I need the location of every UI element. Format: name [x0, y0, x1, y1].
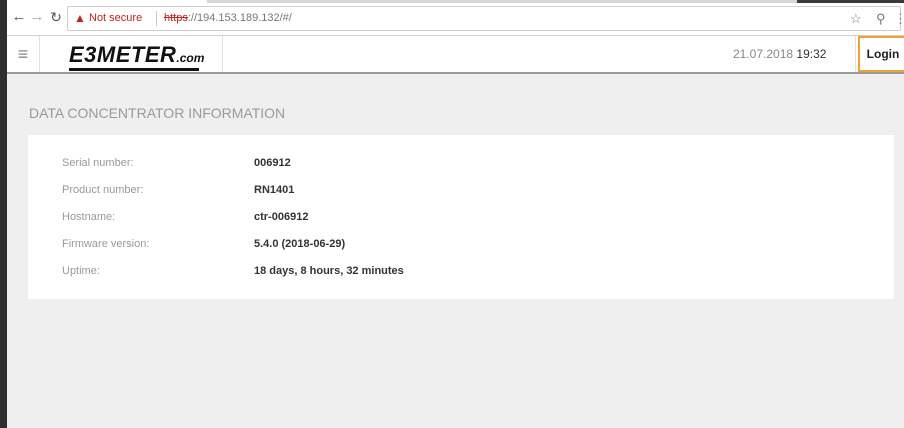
- kebab-menu-icon[interactable]: ⋮: [894, 7, 904, 30]
- info-row-product: Product number: RN1401: [28, 184, 894, 204]
- logo-suffix: .com: [176, 51, 205, 65]
- warning-triangle-icon[interactable]: ▲: [74, 7, 86, 30]
- page-title: DATA CONCENTRATOR INFORMATION: [29, 105, 286, 121]
- info-row-firmware: Firmware version: 5.4.0 (2018-06-29): [28, 238, 894, 258]
- window-frame: [0, 0, 7, 428]
- datetime-display: 21.07.2018 19:32: [733, 36, 826, 72]
- info-value: RN1401: [254, 184, 295, 196]
- info-label: Hostname:: [62, 211, 116, 223]
- browser-toolbar: ← → ↻ ▲ Not secure https://194.153.189.1…: [7, 0, 904, 36]
- info-value: 5.4.0 (2018-06-29): [254, 238, 346, 250]
- arrow-left-icon[interactable]: ←: [10, 8, 28, 26]
- logo-main: E3METER: [69, 42, 177, 67]
- info-label: Firmware version:: [62, 238, 150, 250]
- tab-strip-active: [797, 0, 904, 3]
- info-row-uptime: Uptime: 18 days, 8 hours, 32 minutes: [28, 265, 894, 285]
- extension-icon[interactable]: ⚲: [876, 7, 886, 30]
- url-scheme: https: [164, 12, 188, 24]
- app-header: ≡ E3METER.com 21.07.2018 19:32 Login: [7, 36, 904, 74]
- info-label: Product number:: [62, 184, 144, 196]
- info-value: ctr-006912: [254, 211, 309, 223]
- info-value: 006912: [254, 157, 291, 169]
- arrow-right-icon[interactable]: →: [28, 8, 46, 26]
- info-value: 18 days, 8 hours, 32 minutes: [254, 265, 404, 277]
- info-label: Uptime:: [62, 265, 100, 277]
- logo-container[interactable]: E3METER.com: [39, 36, 223, 72]
- info-row-serial: Serial number: 006912: [28, 157, 894, 177]
- info-card: Serial number: 006912 Product number: RN…: [28, 135, 894, 299]
- current-date: 21.07.2018: [733, 47, 794, 61]
- url-host: ://194.153.189.132/#/: [187, 12, 292, 24]
- hamburger-menu-icon[interactable]: ≡: [7, 36, 39, 72]
- address-bar[interactable]: ▲ Not secure https://194.153.189.132/#/ …: [67, 6, 904, 31]
- security-label[interactable]: Not secure: [89, 7, 142, 30]
- tab-strip: [207, 0, 807, 3]
- header-divider: [855, 36, 856, 72]
- url-divider: [156, 11, 157, 26]
- login-button[interactable]: Login: [858, 36, 904, 72]
- reload-icon[interactable]: ↻: [47, 8, 65, 26]
- logo: E3METER.com: [69, 42, 204, 68]
- url-text[interactable]: https://194.153.189.132/#/: [164, 7, 292, 30]
- info-row-hostname: Hostname: ctr-006912: [28, 211, 894, 231]
- star-icon[interactable]: ☆: [850, 7, 862, 30]
- logo-underline: [69, 68, 199, 71]
- current-time: 19:32: [796, 47, 827, 61]
- info-label: Serial number:: [62, 157, 134, 169]
